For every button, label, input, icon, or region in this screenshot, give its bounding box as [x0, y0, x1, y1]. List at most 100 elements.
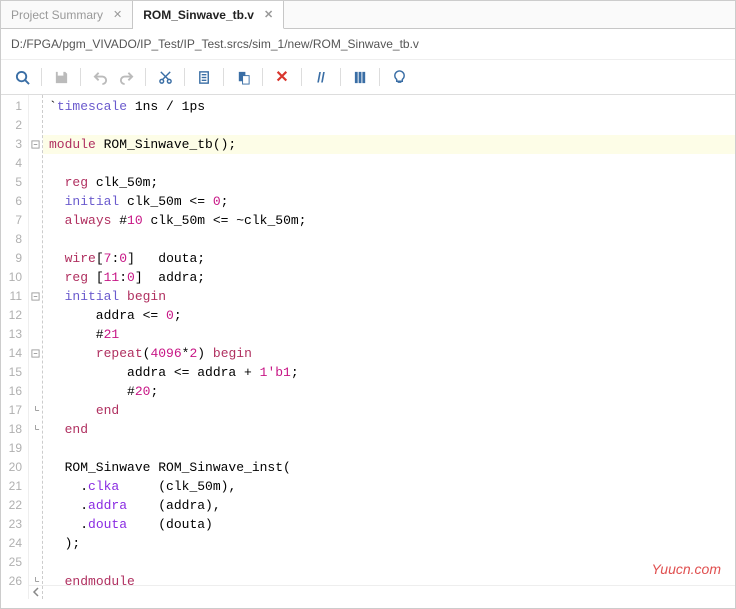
save-icon[interactable] [50, 66, 72, 88]
line-number: 16 [1, 382, 28, 401]
fold-gutter-blank [29, 325, 42, 344]
fold-gutter-blank [29, 458, 42, 477]
fold-gutter-blank [29, 515, 42, 534]
code-line[interactable] [43, 230, 735, 249]
line-number: 4 [1, 154, 28, 173]
code-line[interactable]: .clka (clk_50m), [43, 477, 735, 496]
code-line[interactable]: always #10 clk_50m <= ~clk_50m; [43, 211, 735, 230]
close-icon[interactable]: ✕ [264, 8, 273, 21]
fold-gutter-blank [29, 230, 42, 249]
line-number: 8 [1, 230, 28, 249]
code-line[interactable]: .douta (douta) [43, 515, 735, 534]
code-line[interactable]: module ROM_Sinwave_tb(); [43, 135, 735, 154]
separator [301, 68, 302, 86]
close-icon[interactable]: ✕ [113, 8, 122, 21]
column-select-icon[interactable] [349, 66, 371, 88]
code-line[interactable]: initial clk_50m <= 0; [43, 192, 735, 211]
line-number: 6 [1, 192, 28, 211]
comment-icon[interactable]: // [310, 66, 332, 88]
editor-toolbar: ✕ // [1, 60, 735, 95]
fold-gutter-blank [29, 477, 42, 496]
separator [41, 68, 42, 86]
separator [262, 68, 263, 86]
code-line[interactable]: end [43, 420, 735, 439]
line-number: 12 [1, 306, 28, 325]
fold-gutter [29, 95, 43, 599]
fold-marker-icon[interactable] [29, 420, 42, 439]
delete-icon[interactable]: ✕ [271, 66, 293, 88]
tab-active-file[interactable]: ROM_Sinwave_tb.v ✕ [133, 1, 284, 29]
fold-gutter-blank [29, 268, 42, 287]
code-area[interactable]: `timescale 1ns / 1ps module ROM_Sinwave_… [43, 95, 735, 599]
chevron-left-icon[interactable] [31, 587, 41, 597]
code-line[interactable]: reg [11:0] addra; [43, 268, 735, 287]
separator [223, 68, 224, 86]
code-line[interactable]: ); [43, 534, 735, 553]
fold-gutter-blank [29, 306, 42, 325]
fold-gutter-blank [29, 211, 42, 230]
line-number-gutter: 1234567891011121314151617181920212223242… [1, 95, 29, 599]
code-line[interactable]: end [43, 401, 735, 420]
code-line[interactable] [43, 116, 735, 135]
fold-marker-icon[interactable] [29, 401, 42, 420]
line-number: 13 [1, 325, 28, 344]
fold-marker-icon[interactable] [29, 135, 42, 154]
line-number: 18 [1, 420, 28, 439]
hint-icon[interactable] [388, 66, 410, 88]
copy-icon[interactable] [193, 66, 215, 88]
line-number: 3 [1, 135, 28, 154]
code-line[interactable] [43, 439, 735, 458]
code-line[interactable]: ROM_Sinwave ROM_Sinwave_inst( [43, 458, 735, 477]
line-number: 20 [1, 458, 28, 477]
line-number: 17 [1, 401, 28, 420]
line-number: 10 [1, 268, 28, 287]
code-line[interactable]: wire[7:0] douta; [43, 249, 735, 268]
redo-icon[interactable] [115, 66, 137, 88]
line-number: 15 [1, 363, 28, 382]
line-number: 7 [1, 211, 28, 230]
undo-icon[interactable] [89, 66, 111, 88]
fold-marker-icon[interactable] [29, 344, 42, 363]
line-number: 5 [1, 173, 28, 192]
separator [184, 68, 185, 86]
code-line[interactable] [43, 154, 735, 173]
fold-gutter-blank [29, 192, 42, 211]
fold-gutter-blank [29, 363, 42, 382]
watermark: Yuucn.com [651, 561, 721, 577]
line-number: 1 [1, 97, 28, 116]
line-number: 26 [1, 572, 28, 591]
fold-gutter-blank [29, 173, 42, 192]
fold-gutter-blank [29, 154, 42, 173]
separator [80, 68, 81, 86]
fold-gutter-blank [29, 496, 42, 515]
separator [379, 68, 380, 86]
code-line[interactable]: repeat(4096*2) begin [43, 344, 735, 363]
code-line[interactable]: #21 [43, 325, 735, 344]
paste-icon[interactable] [232, 66, 254, 88]
line-number: 2 [1, 116, 28, 135]
horizontal-scrollbar[interactable] [29, 585, 735, 599]
separator [340, 68, 341, 86]
code-line[interactable]: reg clk_50m; [43, 173, 735, 192]
code-line[interactable]: initial begin [43, 287, 735, 306]
search-icon[interactable] [11, 66, 33, 88]
fold-marker-icon[interactable] [29, 287, 42, 306]
line-number: 21 [1, 477, 28, 496]
code-line[interactable]: `timescale 1ns / 1ps [43, 97, 735, 116]
fold-gutter-blank [29, 534, 42, 553]
line-number: 11 [1, 287, 28, 306]
cut-icon[interactable] [154, 66, 176, 88]
code-editor[interactable]: 1234567891011121314151617181920212223242… [1, 95, 735, 599]
tab-label: ROM_Sinwave_tb.v [143, 8, 254, 22]
line-number: 25 [1, 553, 28, 572]
file-path: D:/FPGA/pgm_VIVADO/IP_Test/IP_Test.srcs/… [1, 29, 735, 60]
code-line[interactable]: #20; [43, 382, 735, 401]
code-line[interactable]: addra <= addra + 1'b1; [43, 363, 735, 382]
code-line[interactable]: .addra (addra), [43, 496, 735, 515]
line-number: 24 [1, 534, 28, 553]
line-number: 22 [1, 496, 28, 515]
tab-project-summary[interactable]: Project Summary ✕ [1, 1, 133, 28]
code-line[interactable]: addra <= 0; [43, 306, 735, 325]
code-line[interactable] [43, 553, 735, 572]
line-number: 19 [1, 439, 28, 458]
